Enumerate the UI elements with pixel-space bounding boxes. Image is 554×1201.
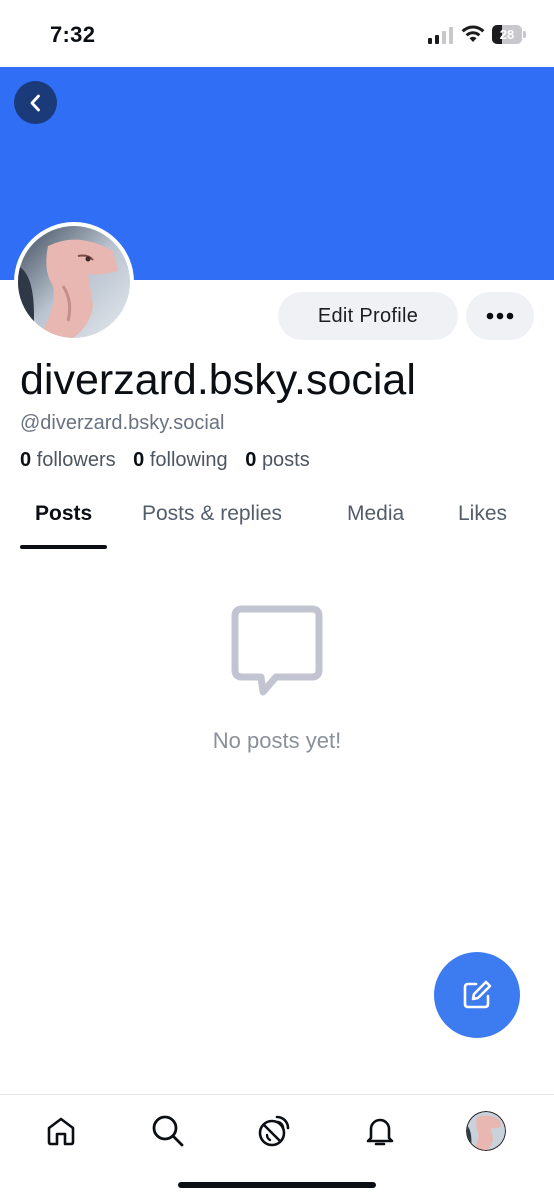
wifi-icon	[461, 25, 485, 42]
followers-stat[interactable]: 0 followers	[20, 449, 116, 471]
avatar-image	[18, 226, 130, 338]
message-bubble-icon	[231, 605, 323, 696]
battery-level: 28	[499, 27, 515, 42]
more-dots-icon	[486, 312, 514, 320]
chevron-left-icon	[30, 94, 40, 111]
status-bar: 7:32 28	[0, 0, 554, 67]
home-icon	[47, 1117, 75, 1146]
profile-avatar-icon	[466, 1111, 506, 1151]
feeds-icon	[258, 1115, 290, 1147]
tab-likes[interactable]: Likes	[458, 502, 507, 526]
empty-state-message: No posts yet!	[212, 728, 342, 753]
tab-posts[interactable]: Posts	[35, 502, 92, 526]
profile-stats: 0 followers 0 following 0 posts	[20, 449, 322, 472]
nav-notifications[interactable]	[360, 1111, 400, 1151]
nav-home[interactable]	[41, 1111, 81, 1151]
profile-avatar[interactable]	[14, 222, 134, 342]
profile-tabs: Posts Posts & replies Media Likes	[0, 490, 554, 550]
nav-profile[interactable]	[466, 1111, 506, 1151]
posts-stat: 0 posts	[245, 449, 310, 471]
back-button[interactable]	[14, 81, 57, 124]
tab-posts-and-replies[interactable]: Posts & replies	[142, 502, 282, 526]
followers-count: 0	[20, 449, 32, 471]
followers-label: followers	[36, 449, 116, 471]
compose-icon	[463, 980, 492, 1009]
cellular-signal-icon	[428, 27, 453, 44]
posts-label: posts	[261, 449, 310, 471]
following-count: 0	[133, 449, 145, 471]
more-options-button[interactable]	[466, 292, 534, 340]
nav-search[interactable]	[148, 1111, 188, 1151]
battery-icon: 28	[492, 25, 526, 44]
home-indicator	[178, 1182, 376, 1188]
tab-media[interactable]: Media	[347, 502, 404, 526]
status-time: 7:32	[50, 22, 96, 47]
posts-count: 0	[245, 449, 257, 471]
edit-profile-button[interactable]: Edit Profile	[278, 292, 458, 340]
following-label: following	[149, 449, 228, 471]
active-tab-indicator	[20, 545, 107, 549]
compose-button[interactable]	[434, 952, 520, 1038]
search-icon	[152, 1115, 184, 1147]
notifications-icon	[366, 1118, 394, 1146]
profile-display-name: diverzard.bsky.social	[20, 356, 416, 404]
profile-handle: @diverzard.bsky.social	[20, 412, 225, 434]
nav-feeds[interactable]	[254, 1111, 294, 1151]
following-stat[interactable]: 0 following	[133, 449, 228, 471]
